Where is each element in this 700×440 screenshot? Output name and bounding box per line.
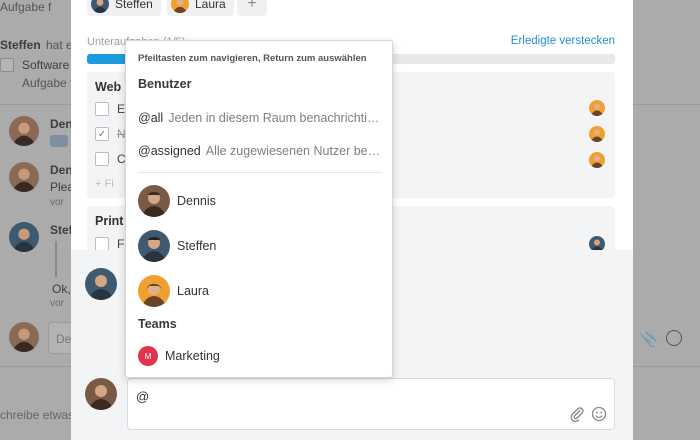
add-subtask-button[interactable]: + Fi [95, 178, 114, 190]
bg-feed-meta: vor [50, 298, 64, 309]
avatar [9, 222, 39, 252]
bg-top-line: Aufgabe f [0, 0, 52, 14]
bg-aufgabe-label: Aufgabe f [22, 76, 74, 90]
mention-description: Jeden in diesem Raum benachrichtigen [168, 111, 382, 125]
comment-composer[interactable]: @ [127, 378, 615, 430]
bg-activity-user: Steffen [0, 38, 41, 52]
hide-done-link[interactable]: Erledigte verstecken [511, 35, 615, 47]
add-assignee-button[interactable]: + [237, 0, 267, 16]
teams-section-title: Teams [138, 317, 177, 331]
subtask-item[interactable]: ✓ N [95, 127, 126, 141]
mention-handle: @assigned [138, 144, 201, 158]
group-title: Web [95, 80, 122, 94]
mention-user-dennis[interactable]: Dennis [138, 185, 382, 217]
paperclip-icon: 📎 [640, 331, 659, 348]
bg-feed-name: Den [50, 117, 73, 131]
avatar [9, 162, 39, 192]
avatar [138, 275, 170, 307]
bg-feed-line: Ok, [52, 282, 71, 296]
emoji-icon [666, 330, 682, 346]
avatar [589, 152, 605, 168]
avatar [9, 322, 39, 352]
user-name: Laura [177, 284, 209, 298]
checkbox[interactable] [95, 237, 109, 251]
avatar [91, 0, 109, 13]
avatar [85, 268, 117, 300]
avatar [171, 0, 189, 13]
dropdown-hint: Pfeiltasten zum navigieren, Return zum a… [138, 53, 367, 64]
avatar [85, 378, 117, 410]
bg-checkbox [0, 58, 14, 72]
bg-like-badge [50, 135, 68, 147]
subtask-item[interactable]: C [95, 152, 126, 166]
checkbox[interactable] [95, 102, 109, 116]
chip-label: Steffen [115, 0, 153, 11]
avatar [589, 126, 605, 142]
assignee-chip-laura[interactable]: Laura [167, 0, 234, 16]
assignee-chip-steffen[interactable]: Steffen [87, 0, 161, 16]
mention-dropdown: Pfeiltasten zum navigieren, Return zum a… [125, 40, 393, 378]
team-name: Marketing [165, 349, 220, 363]
chip-label: Laura [195, 0, 226, 11]
checkbox[interactable] [95, 152, 109, 166]
team-badge: M [138, 346, 158, 366]
avatar [138, 230, 170, 262]
avatar [9, 116, 39, 146]
bg-feed-name: Den [50, 163, 73, 177]
bg-activity-rest: hat e [46, 38, 73, 52]
paperclip-icon[interactable] [568, 405, 586, 423]
mention-user-laura[interactable]: Laura [138, 275, 382, 307]
mention-description: Alle zugewiesenen Nutzer benachrichtigen [205, 144, 382, 158]
bg-quote-bar [55, 241, 71, 277]
bg-software-label: Software [22, 58, 70, 72]
avatar [589, 100, 605, 116]
emoji-icon[interactable] [590, 405, 608, 423]
user-name: Steffen [177, 239, 217, 253]
checkbox-checked[interactable]: ✓ [95, 127, 109, 141]
dropdown-divider [138, 172, 382, 173]
subtask-item[interactable]: Fl [95, 237, 127, 251]
mention-handle: @all [138, 111, 164, 125]
composer-text: @ [136, 389, 150, 404]
group-title: Print [95, 214, 124, 228]
mention-user-steffen[interactable]: Steffen [138, 230, 382, 262]
users-section-title: Benutzer [138, 77, 192, 91]
user-name: Dennis [177, 194, 216, 208]
avatar [138, 185, 170, 217]
mention-option-all[interactable]: @all Jeden in diesem Raum benachrichtige… [138, 109, 382, 127]
mention-option-assigned[interactable]: @assigned Alle zugewiesenen Nutzer benac… [138, 142, 382, 160]
bg-feed-name: Stef [50, 223, 73, 237]
bg-feed-meta: vor [50, 197, 64, 208]
bg-write-placeholder: chreibe etwas [0, 408, 75, 422]
bg-comment-placeholder: De [56, 332, 72, 346]
mention-team-marketing[interactable]: M Marketing [138, 346, 382, 366]
